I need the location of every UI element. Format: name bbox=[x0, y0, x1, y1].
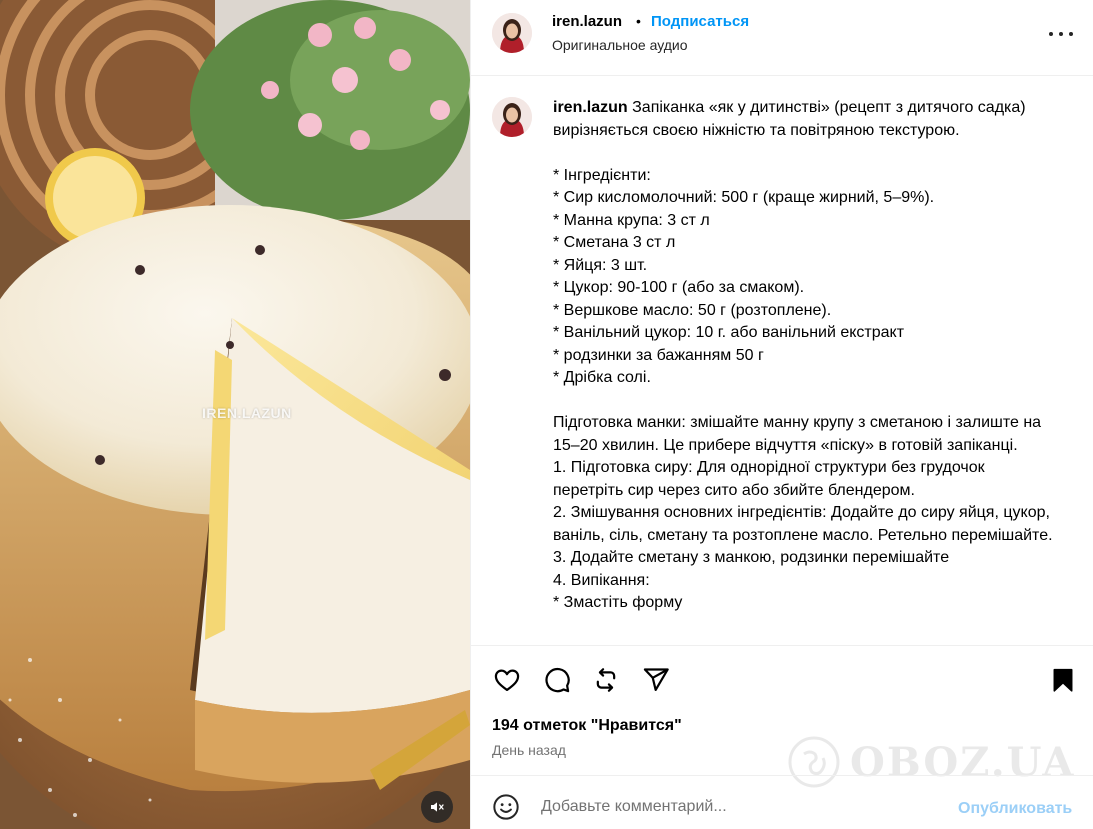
caption-line: 1. Підготовка сиру: Для однорідної струк… bbox=[553, 459, 990, 499]
repost-button[interactable] bbox=[591, 665, 621, 695]
more-horizontal-icon-dot bbox=[1059, 32, 1063, 36]
more-horizontal-icon bbox=[1049, 32, 1053, 36]
caption-line: * Сир кисломолочний: 500 г (краще жирний… bbox=[553, 189, 935, 206]
post-panel: iren.lazun • Подписаться Оригинальное ау… bbox=[470, 0, 1093, 829]
repost-icon bbox=[596, 668, 616, 692]
more-horizontal-icon-dot bbox=[1069, 32, 1073, 36]
caption-line: * Змастіть форму bbox=[553, 594, 683, 611]
caption-line: Підготовка манки: змішайте манну крупу з… bbox=[553, 414, 1046, 454]
comment-icon bbox=[545, 667, 570, 693]
send-icon bbox=[643, 668, 669, 692]
avatar-image bbox=[492, 13, 532, 53]
post-actions: 194 отметок "Нравится" День назад OBOZ.U… bbox=[471, 645, 1093, 788]
comment-button[interactable] bbox=[542, 665, 572, 695]
caption-line: * Дрібка солі. bbox=[553, 369, 651, 386]
caption-avatar[interactable] bbox=[492, 97, 532, 137]
caption-gap bbox=[553, 142, 1058, 165]
header-username[interactable]: iren.lazun bbox=[552, 13, 622, 30]
caption-line: * Сметана 3 ст л bbox=[553, 234, 676, 251]
caption-line: * Манна крупа: 3 ст л bbox=[553, 211, 710, 229]
audio-label[interactable]: Оригинальное аудио bbox=[552, 37, 688, 53]
comment-input[interactable] bbox=[541, 796, 931, 818]
emoji-icon bbox=[493, 794, 519, 820]
caption-username[interactable]: iren.lazun bbox=[553, 99, 628, 116]
share-button[interactable] bbox=[641, 665, 671, 695]
caption-line: 4. Випікання: bbox=[553, 571, 650, 589]
caption-line: 2. Змішування основних інгредієнтів: Дод… bbox=[553, 504, 1055, 544]
post-media[interactable]: IREN.LAZUN bbox=[0, 0, 470, 829]
caption-line: * Вершкове масло: 50 г (розтоплене). bbox=[553, 301, 832, 319]
caption-line: * Яйця: 3 шт. bbox=[553, 256, 648, 274]
speaker-muted-icon bbox=[431, 802, 444, 812]
caption-line: 3. Додайте сметану з манкою, родзинки пе… bbox=[553, 549, 950, 566]
like-button[interactable] bbox=[492, 665, 522, 695]
avatar-image bbox=[492, 97, 532, 137]
emoji-button[interactable] bbox=[492, 793, 520, 821]
media-watermark: IREN.LAZUN bbox=[202, 405, 292, 421]
post-header: iren.lazun • Подписаться Оригинальное ау… bbox=[471, 0, 1093, 76]
more-options-button[interactable] bbox=[1049, 27, 1073, 41]
caption-text: iren.lazun Запіканка «як у дитинстві» (р… bbox=[553, 97, 1058, 615]
heart-icon bbox=[494, 669, 520, 692]
caption-line: * Ванільний цукор: 10 г. або ванільний е… bbox=[553, 324, 905, 341]
mute-button[interactable] bbox=[421, 791, 453, 823]
caption-area: iren.lazun Запіканка «як у дитинстві» (р… bbox=[471, 77, 1093, 645]
caption-first-line: iren.lazun Запіканка «як у дитинстві» (р… bbox=[553, 97, 1058, 142]
follow-button[interactable]: Подписаться bbox=[651, 13, 749, 30]
caption-line: * родзинки за бажанням 50 г bbox=[553, 346, 764, 364]
caption-line: * Інгредієнти: bbox=[553, 166, 651, 184]
caption-gap bbox=[553, 390, 1058, 413]
bookmark-filled-icon bbox=[1053, 668, 1073, 692]
comment-bar: Опубликовать bbox=[471, 775, 1093, 829]
likes-count[interactable]: 194 отметок "Нравится" bbox=[492, 717, 682, 735]
save-button[interactable] bbox=[1048, 665, 1078, 695]
caption-line: * Цукор: 90-100 г (або за смаком). bbox=[553, 279, 805, 296]
header-separator: • bbox=[636, 13, 641, 29]
avatar[interactable] bbox=[492, 13, 532, 53]
post-time[interactable]: День назад bbox=[492, 742, 566, 758]
publish-button[interactable]: Опубликовать bbox=[958, 800, 1072, 818]
